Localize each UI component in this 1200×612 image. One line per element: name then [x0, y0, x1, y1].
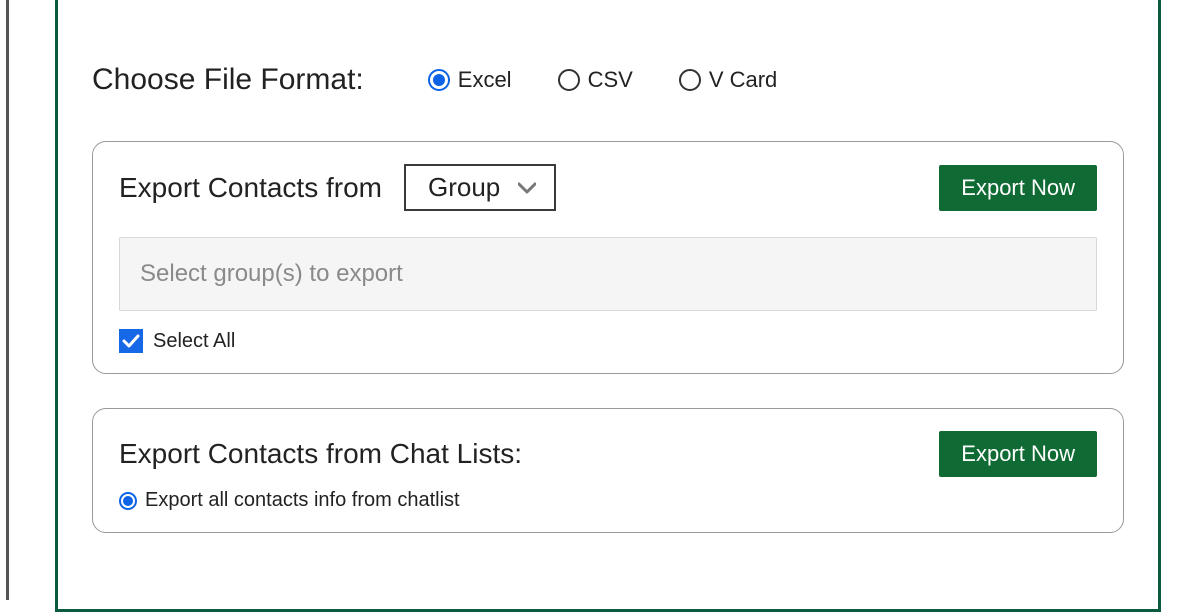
radio-excel-label: Excel: [458, 67, 512, 93]
card-header: Export Contacts from Chat Lists: Export …: [119, 431, 1097, 477]
export-group-title: Export Contacts from: [119, 172, 382, 204]
select-all-checkbox[interactable]: Select All: [119, 329, 235, 353]
radio-vcard-label: V Card: [709, 67, 777, 93]
radio-vcard[interactable]: V Card: [679, 67, 777, 93]
export-panel: Choose File Format: Excel CSV V Card Exp…: [55, 0, 1161, 612]
radio-csv[interactable]: CSV: [558, 67, 633, 93]
file-format-label: Choose File Format:: [92, 63, 364, 97]
radio-chatlist-all-label: Export all contacts info from chatlist: [145, 489, 460, 512]
group-select[interactable]: Group: [404, 164, 556, 211]
radio-chatlist-all[interactable]: Export all contacts info from chatlist: [119, 489, 460, 512]
select-all-label: Select All: [153, 330, 235, 353]
export-chatlist-button[interactable]: Export Now: [939, 431, 1097, 477]
card-header: Export Contacts from Group Export Now: [119, 164, 1097, 211]
group-multiselect-input[interactable]: Select group(s) to export: [119, 237, 1097, 311]
radio-icon: [558, 69, 580, 91]
radio-csv-label: CSV: [588, 67, 633, 93]
file-format-row: Choose File Format: Excel CSV V Card: [92, 63, 1124, 97]
window-frame: Choose File Format: Excel CSV V Card Exp…: [6, 0, 1192, 600]
export-chatlist-title: Export Contacts from Chat Lists:: [119, 438, 522, 470]
export-from-group-card: Export Contacts from Group Export Now Se…: [92, 141, 1124, 374]
export-from-chatlist-card: Export Contacts from Chat Lists: Export …: [92, 408, 1124, 533]
checkbox-checked-icon: [119, 329, 143, 353]
radio-icon: [679, 69, 701, 91]
export-group-button[interactable]: Export Now: [939, 165, 1097, 211]
radio-icon: [428, 69, 450, 91]
radio-icon: [119, 492, 137, 510]
chevron-down-icon: [518, 179, 536, 197]
group-select-value: Group: [428, 172, 500, 203]
radio-excel[interactable]: Excel: [428, 67, 512, 93]
